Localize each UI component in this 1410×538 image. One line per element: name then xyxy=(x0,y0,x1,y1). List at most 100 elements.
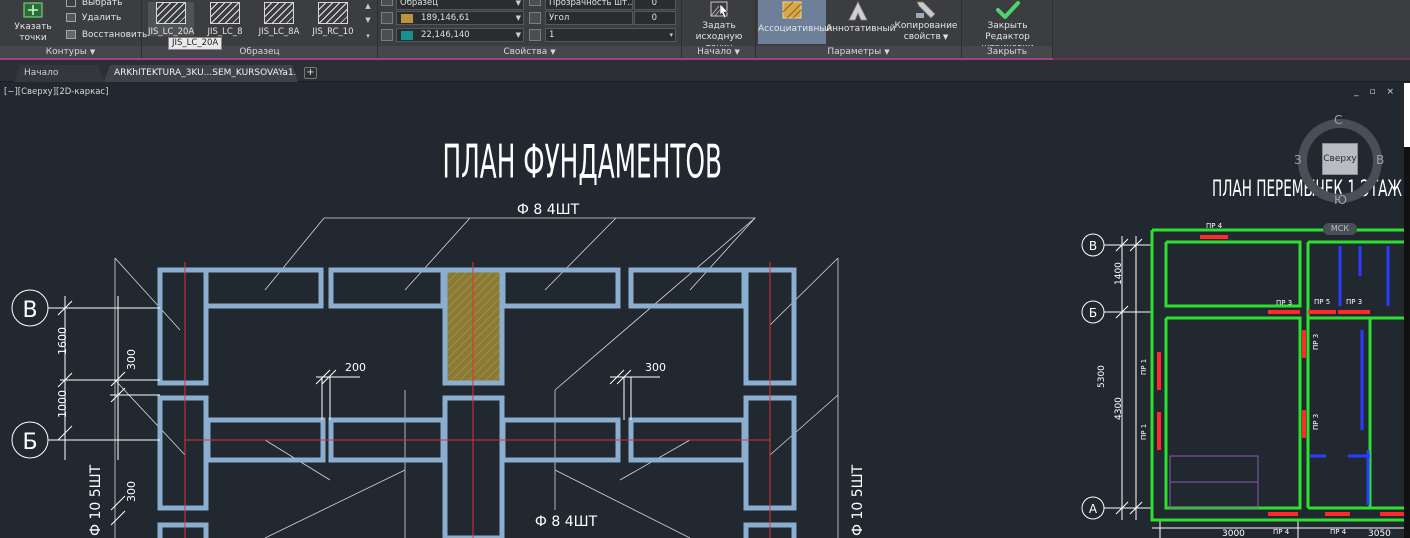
walls xyxy=(1150,228,1410,522)
drawing-canvas[interactable]: ПЛАН ФУНДАМЕНТОВ В Б 1600 1000 300 300 2… xyxy=(0,83,1410,538)
dimension-200: 200 xyxy=(345,361,366,374)
associative-icon xyxy=(782,1,802,19)
wcs-menu[interactable]: МСК xyxy=(1323,223,1357,235)
rebar-label-top: Ф 8 4ШТ xyxy=(517,202,580,218)
match-properties-button[interactable]: Копирование свойств ▼ xyxy=(890,0,962,44)
panel-contours: Указать точки Выбрать Удалить Восстанови… xyxy=(0,0,147,58)
panel-expand-icon: ▼ xyxy=(884,48,890,56)
background-color-icon xyxy=(381,29,393,41)
panel-title-properties[interactable]: Свойства ▼ xyxy=(378,46,681,58)
select-icon xyxy=(66,0,76,7)
pattern-swatch[interactable]: JIS_RC_10 xyxy=(310,2,356,37)
pick-points-button[interactable]: Указать точки xyxy=(2,0,64,44)
transparency-icon xyxy=(529,0,541,6)
viewcube-top-face[interactable]: Сверху xyxy=(1322,143,1358,175)
axis-label-v: В xyxy=(22,298,37,323)
viewcube-west[interactable]: З xyxy=(1294,153,1302,167)
pattern-swatch-label: JIS_LC_8 xyxy=(207,27,243,37)
background-color-swatch xyxy=(401,31,413,40)
viewcube-south[interactable]: Ю xyxy=(1334,193,1347,207)
file-tab-bar: Начало ARKhITEKTURA_3KU...SEM_KURSOVAYa1… xyxy=(0,60,1410,82)
tab-drawing-label: ARKhITEKTURA_3KU...SEM_KURSOVAYa15* xyxy=(114,68,304,78)
pattern-preview xyxy=(156,2,186,24)
panel-title-properties-label: Свойства xyxy=(503,47,548,57)
hatch-color-select[interactable]: 189,146,61 ▼ xyxy=(396,11,524,25)
tab-start[interactable]: Начало xyxy=(14,65,104,82)
thin-walls xyxy=(1169,455,1259,509)
dimension-4300: 4300 xyxy=(1114,397,1124,420)
dropdown-arrow-icon: ▼ xyxy=(515,14,521,22)
recreate-button[interactable]: Восстановить xyxy=(66,29,147,41)
transparency-value: 0 xyxy=(651,0,657,8)
background-color-select[interactable]: 22,146,140 ▼ xyxy=(396,28,524,42)
panel-title-contours[interactable]: Контуры ▼ xyxy=(0,46,141,58)
remove-button[interactable]: Удалить xyxy=(66,12,121,24)
panel-title-options-label: Параметры xyxy=(827,47,882,57)
dimension-1000: 1000 xyxy=(56,390,69,418)
panel-title-options[interactable]: Параметры ▼ xyxy=(756,46,961,58)
lintel-label-pr4: ПР 4 xyxy=(1273,528,1290,536)
ribbon: Указать точки Выбрать Удалить Восстанови… xyxy=(0,0,1410,60)
dimension-300: 300 xyxy=(125,481,138,502)
viewcube-north[interactable]: С xyxy=(1334,113,1342,127)
angle-field[interactable]: Угол xyxy=(545,11,633,25)
pattern-swatch[interactable]: JIS_LC_20A xyxy=(148,2,194,37)
set-origin-button[interactable]: Задать исходную точку xyxy=(682,0,756,53)
panel-options: Ассоциативный Аннотативный Копирование с… xyxy=(756,0,962,58)
dimension-3000: 3000 xyxy=(1222,529,1245,538)
panel-expand-icon: ▼ xyxy=(550,48,556,56)
dropdown-arrow-icon: ▼ xyxy=(515,31,521,39)
pattern-scroll-up-icon[interactable]: ▲ xyxy=(364,2,372,12)
tab-start-label: Начало xyxy=(24,68,59,78)
rebar-label-left: Ф 10 5ШТ xyxy=(88,464,104,536)
blue-elements xyxy=(1310,246,1390,505)
hatch-type-value: Образец xyxy=(400,0,439,8)
new-tab-button[interactable]: + xyxy=(304,67,317,79)
associative-toggle[interactable]: Ассоциативный xyxy=(758,0,832,44)
select-button[interactable]: Выбрать xyxy=(66,0,122,9)
pick-points-label: Указать точки xyxy=(14,22,52,43)
rebar-label-right: Ф 10 5ШТ xyxy=(850,464,866,536)
transparency-value-field[interactable]: 0 xyxy=(634,0,676,10)
drawing-viewport[interactable]: [−][Сверху][2D-каркас] _ ▫ × ПЛАН ФУНДАМ… xyxy=(0,83,1410,538)
axis-label-b: Б xyxy=(1089,306,1097,320)
associative-label: Ассоциативный xyxy=(758,24,833,34)
annotative-icon xyxy=(848,1,868,21)
lintel-label-pr1: ПР 1 xyxy=(1140,424,1148,440)
panel-properties: Образец ▼ 189,146,61 ▼ 22,146,140 ▼ Прозрач… xyxy=(378,0,682,58)
lintel-label-pr3: ПР 3 xyxy=(1312,414,1320,430)
lintel-label-pr4: ПР 4 xyxy=(1206,222,1223,230)
scale-icon xyxy=(529,29,541,41)
pattern-swatch[interactable]: JIS_LC_8A xyxy=(256,2,302,37)
viewcube[interactable]: Сверху С Ю З В МСК xyxy=(1290,113,1390,235)
annotative-toggle[interactable]: Аннотативный xyxy=(826,0,895,44)
tab-drawing[interactable]: ARKhITEKTURA_3KU...SEM_KURSOVAYa15* × xyxy=(104,65,298,82)
lintel-label-pr3: ПР 3 xyxy=(1312,334,1320,350)
hatch-color-value: 189,146,61 xyxy=(421,13,470,23)
scale-field[interactable]: 1 ▾ xyxy=(545,28,676,42)
pattern-swatch-label: JIS_LC_8A xyxy=(258,27,300,37)
recreate-label: Восстановить xyxy=(81,30,148,40)
dropdown-arrow-icon: ▼ xyxy=(515,0,521,7)
close-hatch-editor-button[interactable]: Закрыть Редактор штриховки xyxy=(962,0,1053,53)
dimension-1600: 1600 xyxy=(56,327,69,355)
pattern-swatch[interactable]: JIS_LC_8 xyxy=(202,2,248,37)
remove-label: Удалить xyxy=(81,13,122,23)
close-editor-label-1: Закрыть xyxy=(987,21,1028,31)
rebar-label-bottom: Ф 8 4ШТ xyxy=(535,514,598,530)
viewcube-east[interactable]: В xyxy=(1376,153,1384,167)
pattern-scroll-down-icon[interactable]: ▼ xyxy=(364,16,372,26)
angle-value-field[interactable]: 0 xyxy=(634,11,676,25)
panel-title-close-label: Закрыть xyxy=(986,47,1028,57)
remove-icon xyxy=(66,13,76,22)
pattern-preview xyxy=(210,2,240,24)
hatch-type-select[interactable]: Образец ▼ xyxy=(396,0,524,10)
scale-value: 1 xyxy=(549,30,555,40)
hatch-color-icon xyxy=(381,12,393,24)
pattern-expand-icon[interactable]: ▾ xyxy=(364,32,372,42)
lintel-label-pr1: ПР 1 xyxy=(1140,359,1148,375)
panel-title-origin[interactable]: Начало ▼ xyxy=(682,46,755,58)
panel-title-close: Закрыть xyxy=(962,46,1052,58)
dropdown-arrow-icon: ▼ xyxy=(942,33,949,41)
transparency-field[interactable]: Прозрачность шт... xyxy=(545,0,633,10)
